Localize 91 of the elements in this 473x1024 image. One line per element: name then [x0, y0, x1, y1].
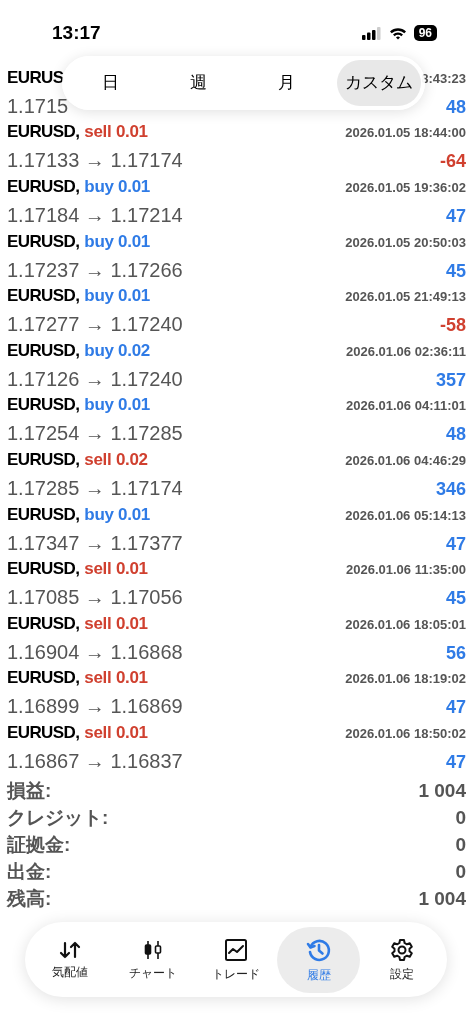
deal-symbol: EURUSD,	[7, 285, 80, 308]
summary-label: 証拠金:	[7, 832, 71, 857]
deal-side: sell 0.01	[84, 612, 148, 635]
deal-side: sell 0.01	[84, 721, 148, 744]
deal-side: sell 0.01	[84, 667, 148, 690]
deal-profit: -58	[440, 314, 466, 338]
deal-symbol: EURUSD,	[7, 230, 80, 253]
deal-prices: 1.17277 → 1.17240	[7, 312, 183, 338]
deal-profit: 47	[445, 750, 466, 774]
deal-symbol: EURUSD,	[7, 612, 80, 635]
deal-time: 2026.01.06 05:14:13	[345, 506, 466, 525]
deal-symbol: EURUSD,	[7, 721, 80, 744]
deal-side: buy 0.01	[84, 285, 150, 308]
deal-symbol: EURUS	[7, 66, 64, 89]
deal-prices: 1.17085 → 1.17056	[7, 585, 183, 611]
period-tab[interactable]: 月	[242, 60, 330, 106]
deal-profit: 47	[445, 532, 466, 556]
deal-symbol: EURUSD,	[7, 394, 80, 417]
deal-prices: 1.17285 → 1.17174	[7, 475, 183, 501]
status-time: 13:17	[52, 20, 101, 45]
deal-profit: 56	[445, 641, 466, 665]
period-tab[interactable]: カスタム	[337, 60, 421, 106]
deal-time: 2026.01.05 18:44:00	[345, 124, 466, 143]
deal-time: 2026.01.05 20:50:03	[345, 233, 466, 252]
deal-side: sell 0.01	[84, 121, 148, 144]
deal-time: 2026.01.05 21:49:13	[345, 288, 466, 307]
deal-symbol: EURUSD,	[7, 667, 80, 690]
deal-profit: 48	[445, 423, 466, 447]
deal-profit: 47	[445, 696, 466, 720]
nav-tab[interactable]: トレード	[194, 926, 278, 993]
deal-profit: 47	[445, 205, 466, 228]
deal-symbol: EURUSD,	[7, 176, 80, 198]
deal-symbol: EURUSD,	[7, 339, 80, 362]
summary-value: 1 004	[418, 886, 466, 911]
nav-tab[interactable]: チャート	[111, 926, 195, 993]
deal-time: 2026.01.06 18:05:01	[345, 615, 466, 634]
arrows-icon	[59, 940, 82, 960]
deal-prices: 1.17254 → 1.17285	[7, 421, 183, 447]
nav-tab[interactable]: 履歴	[277, 926, 361, 993]
summary-value: 0	[455, 832, 466, 857]
deal-side: buy 0.01	[84, 176, 150, 198]
summary-label: 出金:	[7, 859, 52, 884]
nav-tab[interactable]: 設定	[360, 926, 443, 993]
deal-side: buy 0.01	[84, 394, 150, 417]
deal-prices: 1.17237 → 1.17266	[7, 257, 183, 283]
summary-label: 損益:	[7, 778, 52, 803]
deal-profit: 48	[445, 95, 466, 119]
deal-time: 2026.01.06 04:11:01	[346, 397, 466, 416]
deal-time: 2026.01.06 04:46:29	[345, 451, 466, 470]
deal-prices: 1.17126 → 1.17240	[7, 366, 183, 392]
nav-tab[interactable]: 気配値	[29, 926, 112, 993]
deal-prices: 1.16867 → 1.16837	[7, 748, 183, 774]
deal-prices: 1.16899 → 1.16869	[7, 694, 183, 720]
deal-profit: 357	[435, 368, 466, 392]
deal-time: 8:43:23	[421, 69, 466, 88]
deal-profit: 346	[435, 477, 466, 501]
summary-label: クレジット:	[7, 805, 109, 830]
deal-symbol: EURUSD,	[7, 503, 80, 526]
deal-side: buy 0.02	[84, 339, 150, 362]
deal-symbol: EURUSD,	[7, 448, 80, 471]
history-icon	[305, 937, 332, 963]
summary-value: 1 004	[418, 778, 466, 803]
settings-icon	[389, 938, 414, 962]
period-tab[interactable]: 週	[154, 60, 242, 106]
deal-profit: -64	[440, 150, 466, 174]
deal-time: 2026.01.06 18:19:02	[345, 670, 466, 689]
deal-profit: 45	[445, 259, 466, 283]
deal-time: 2026.01.05 19:36:02	[345, 179, 466, 197]
deal-prices: 1.16904 → 1.16868	[7, 639, 183, 665]
deal-time: 2026.01.06 02:36:11	[346, 342, 466, 361]
summary-value: 0	[455, 805, 466, 830]
period-tab[interactable]: 日	[66, 60, 154, 106]
wifi-icon	[388, 26, 407, 40]
deal-side: sell 0.01	[84, 558, 148, 581]
deal-side: buy 0.01	[84, 230, 150, 253]
deal-profit: 45	[445, 587, 466, 611]
deal-side: sell 0.02	[84, 448, 148, 471]
deal-prices: 1.17184 → 1.17214	[7, 203, 183, 228]
deal-prices: 1.17347 → 1.17377	[7, 530, 183, 556]
summary-label: 残高:	[7, 886, 52, 911]
battery-icon: 96	[413, 25, 437, 41]
signal-icon	[361, 26, 382, 40]
deal-symbol: EURUSD,	[7, 121, 80, 144]
deal-symbol: EURUSD,	[7, 558, 80, 581]
line-chart-icon	[224, 938, 248, 962]
deal-prices: 1.1715	[7, 93, 69, 119]
deal-time: 2026.01.06 18:50:02	[345, 724, 466, 743]
deal-time: 2026.01.06 11:35:00	[346, 561, 466, 580]
deal-side: buy 0.01	[84, 503, 150, 526]
summary-value: 0	[455, 859, 466, 884]
deal-prices: 1.17133 → 1.17174	[7, 148, 183, 174]
